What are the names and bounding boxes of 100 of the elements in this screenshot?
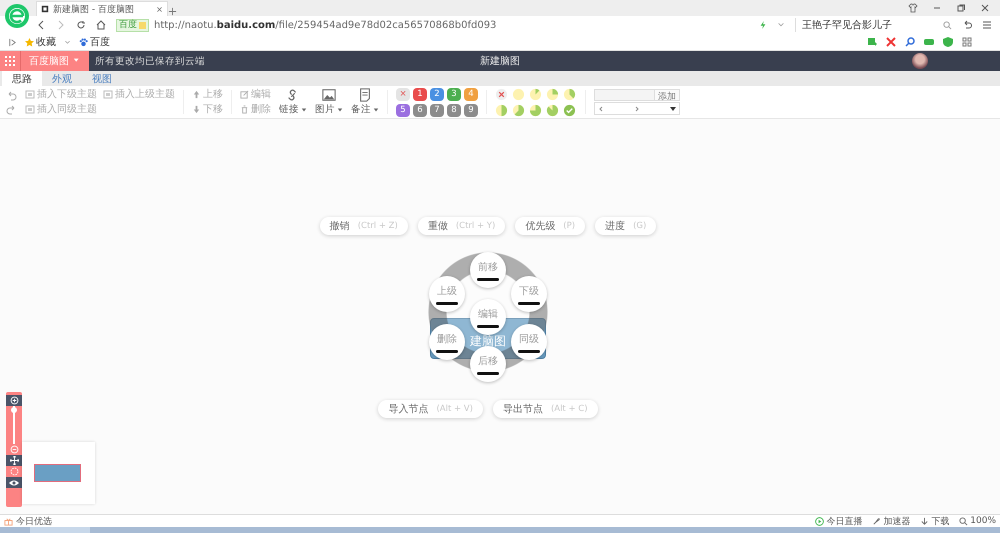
caret-icon — [337, 106, 343, 112]
site-badge: 百度 — [116, 18, 149, 32]
move-button[interactable] — [6, 455, 22, 466]
check-progress-icon[interactable] — [563, 104, 576, 116]
priority-badge[interactable]: 9 — [464, 104, 478, 116]
status-item[interactable]: 今日直播 — [815, 514, 862, 528]
bookmark-link[interactable]: 收藏 — [25, 35, 56, 49]
sidebar-toggle-icon — [8, 38, 17, 46]
new-tab-icon — [168, 7, 177, 16]
caret-icon — [670, 106, 676, 112]
grid-icon — [5, 56, 15, 66]
progress-pie-icon[interactable] — [546, 88, 559, 100]
tab[interactable]: 视图 — [82, 71, 122, 86]
caret-icon — [373, 106, 379, 112]
topic-icon — [103, 90, 113, 100]
forward-icon — [56, 20, 66, 30]
tab[interactable]: 思路 — [2, 71, 42, 86]
home-icon — [96, 20, 106, 30]
zoom-out-icon — [10, 445, 18, 454]
redo-icon — [6, 104, 17, 114]
hotbox-button[interactable]: 上级 — [429, 276, 465, 312]
slider-thumb[interactable] — [12, 408, 16, 412]
app-menu-button[interactable]: 百度脑图 — [20, 51, 89, 71]
url-text: http://naotu.baidu.com/file/259454ad9e78d02ca56570868b0fd093 — [154, 20, 496, 30]
eye-icon — [9, 478, 19, 488]
priority-badge[interactable]: 6 — [413, 104, 427, 116]
progress-pie-icon[interactable] — [495, 104, 508, 116]
search-field[interactable]: 王艳子罕见合影儿子 — [795, 18, 952, 32]
priority-badge[interactable]: 1 — [413, 88, 427, 100]
zoom-in-button[interactable] — [6, 395, 22, 406]
priority-badge[interactable]: 7 — [430, 104, 444, 116]
note-icon — [358, 88, 372, 102]
resource-input[interactable] — [594, 89, 655, 101]
caret-icon — [301, 106, 307, 112]
priority-badge[interactable]: 2 — [430, 88, 444, 100]
hotbox-button[interactable]: 编辑 — [470, 299, 506, 335]
zoom-in-icon — [10, 396, 18, 405]
node-text: 建脑图 — [469, 335, 507, 347]
shield-icon — [943, 37, 953, 47]
up-arrow-icon — [192, 90, 201, 99]
shirt-icon — [908, 3, 918, 13]
move-icon — [10, 456, 18, 465]
menu-icon — [982, 20, 992, 30]
tab-favicon-icon — [41, 5, 49, 13]
status-item[interactable]: 100% — [959, 516, 996, 526]
minimap-node — [34, 464, 81, 482]
progress-pie-icon[interactable] — [563, 88, 576, 100]
play-icon — [815, 516, 824, 526]
trash-icon — [240, 105, 249, 114]
save-status: 所有更改均已保存到云端 — [95, 54, 205, 68]
hotbox-button[interactable]: 前移 — [470, 252, 506, 288]
priority-badge[interactable]: 3 — [447, 88, 461, 100]
maximize-icon — [956, 3, 966, 13]
reload-icon — [76, 20, 86, 30]
dropdown-icon — [64, 38, 71, 46]
browser-tab[interactable]: 新建脑图 - 百度脑图 — [36, 1, 168, 16]
target-icon — [10, 467, 18, 476]
toolbar-menu[interactable]: 图片 — [315, 88, 343, 116]
status-text[interactable]: 今日优选 — [16, 514, 52, 528]
priority-badge[interactable]: 5 — [396, 104, 410, 116]
address-bar[interactable]: 百度 http://naotu.baidu.com/file/259454ad9e78d02ca56570868b0fd093 — [116, 18, 749, 32]
toolbar-menu[interactable]: 链接 — [279, 88, 307, 116]
image-icon — [322, 88, 336, 102]
progress-pie-icon[interactable] — [529, 104, 542, 116]
apps-button[interactable] — [0, 51, 20, 71]
add-button[interactable]: 添加 — [655, 89, 680, 101]
document-title: 新建脑图 — [480, 54, 520, 68]
progress-pie-icon[interactable] — [529, 88, 542, 100]
undo-icon — [6, 90, 17, 100]
progress-pie-icon[interactable] — [512, 88, 525, 100]
down-arrow-icon — [192, 105, 201, 114]
priority-badge[interactable]: 4 — [464, 88, 478, 100]
search-icon — [905, 37, 915, 47]
progress-pie-icon[interactable] — [546, 104, 559, 116]
status-item[interactable]: 加速器 — [872, 514, 910, 528]
gift-icon — [4, 516, 13, 526]
lightning-icon — [759, 20, 767, 30]
cross-icon — [886, 37, 896, 47]
toolbar-menu[interactable]: 备注 — [351, 88, 379, 116]
magnifier-icon — [959, 516, 968, 526]
clear-progress-icon[interactable] — [495, 88, 508, 100]
download-icon — [920, 516, 930, 526]
dropdown-icon — [777, 21, 785, 29]
progress-pie-icon[interactable] — [512, 104, 525, 116]
resource-list[interactable] — [594, 102, 680, 115]
back-icon — [36, 20, 46, 30]
pencil-icon — [240, 90, 249, 99]
tab[interactable]: 外观 — [42, 71, 82, 86]
preview-button[interactable] — [6, 477, 22, 488]
bookmark-link[interactable]: 百度 — [79, 35, 110, 49]
apps-icon — [962, 37, 972, 47]
close-icon — [980, 3, 990, 13]
close-icon — [156, 6, 163, 12]
priority-badge[interactable]: 8 — [447, 104, 461, 116]
priority-badge[interactable]: × — [396, 88, 410, 100]
hotbox-button[interactable]: 后移 — [470, 346, 506, 382]
hotbox-button[interactable]: 下级 — [511, 276, 547, 312]
status-item[interactable]: 下载 — [920, 514, 950, 528]
avatar[interactable] — [912, 53, 928, 69]
paw-icon — [79, 38, 88, 46]
